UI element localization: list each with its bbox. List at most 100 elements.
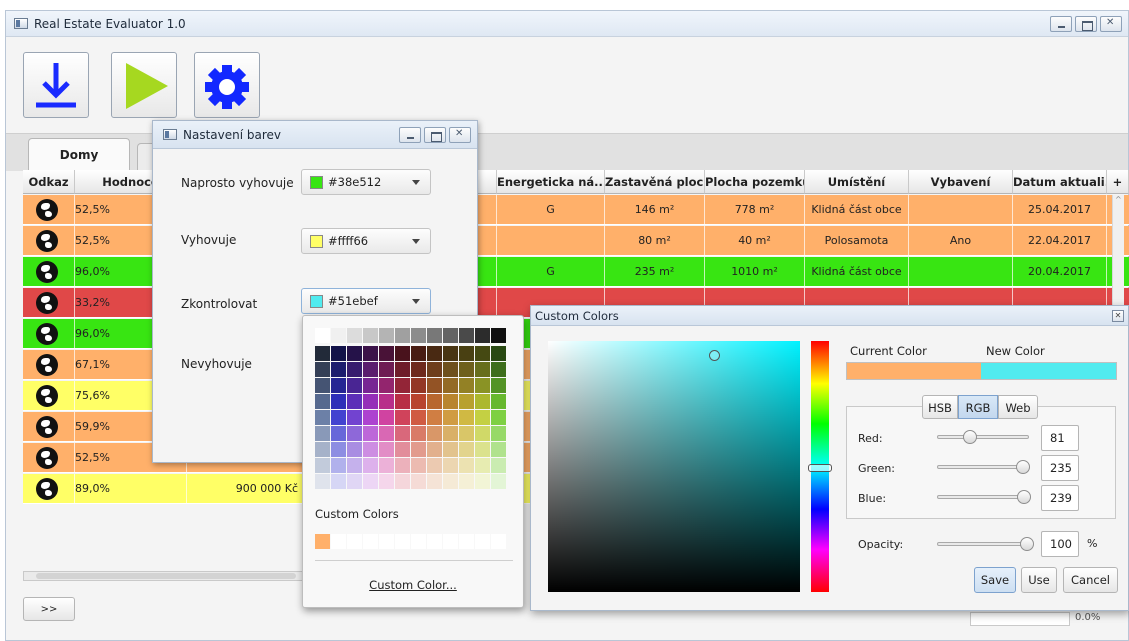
- hue-slider[interactable]: [808, 341, 832, 592]
- empty-custom-swatch[interactable]: [379, 534, 394, 549]
- palette-swatch[interactable]: [363, 328, 378, 343]
- palette-swatch[interactable]: [459, 458, 474, 473]
- palette-swatch[interactable]: [427, 346, 442, 361]
- palette-swatch[interactable]: [395, 426, 410, 441]
- palette-swatch[interactable]: [427, 458, 442, 473]
- empty-custom-swatch[interactable]: [475, 534, 490, 549]
- palette-swatch[interactable]: [491, 362, 506, 377]
- horizontal-scrollbar[interactable]: [23, 571, 303, 581]
- palette-swatch[interactable]: [379, 410, 394, 425]
- palette-swatch[interactable]: [459, 410, 474, 425]
- globe-icon[interactable]: [36, 385, 58, 407]
- palette-swatch[interactable]: [475, 458, 490, 473]
- globe-icon[interactable]: [36, 261, 58, 283]
- palette-swatch[interactable]: [427, 474, 442, 489]
- palette-swatch[interactable]: [347, 458, 362, 473]
- red-slider[interactable]: [937, 435, 1029, 439]
- palette-swatch[interactable]: [347, 346, 362, 361]
- palette-swatch[interactable]: [379, 426, 394, 441]
- palette-swatch[interactable]: [395, 378, 410, 393]
- scroll-up-icon[interactable]: ^: [1115, 195, 1122, 204]
- palette-swatch[interactable]: [459, 328, 474, 343]
- palette-swatch[interactable]: [459, 378, 474, 393]
- palette-swatch[interactable]: [411, 328, 426, 343]
- palette-swatch[interactable]: [411, 474, 426, 489]
- col-header-vybaveni[interactable]: Vybavení: [909, 170, 1013, 194]
- palette-swatch[interactable]: [475, 394, 490, 409]
- empty-custom-swatch[interactable]: [491, 534, 506, 549]
- palette-swatch[interactable]: [363, 458, 378, 473]
- custom-swatch[interactable]: [315, 534, 330, 549]
- palette-swatch[interactable]: [379, 474, 394, 489]
- palette-swatch[interactable]: [491, 426, 506, 441]
- odkaz-cell[interactable]: [23, 412, 75, 442]
- palette-swatch[interactable]: [475, 442, 490, 457]
- palette-swatch[interactable]: [315, 442, 330, 457]
- palette-swatch[interactable]: [475, 474, 490, 489]
- palette-swatch[interactable]: [331, 362, 346, 377]
- palette-swatch[interactable]: [315, 410, 330, 425]
- globe-icon[interactable]: [36, 354, 58, 376]
- palette-swatch[interactable]: [459, 346, 474, 361]
- palette-swatch[interactable]: [395, 474, 410, 489]
- palette-swatch[interactable]: [411, 442, 426, 457]
- palette-swatch[interactable]: [379, 458, 394, 473]
- custom-colors-close-icon[interactable]: ✕: [1112, 310, 1124, 322]
- palette-swatch[interactable]: [331, 458, 346, 473]
- palette-swatch[interactable]: [443, 378, 458, 393]
- globe-icon[interactable]: [36, 323, 58, 345]
- opacity-input[interactable]: 100: [1041, 531, 1079, 557]
- odkaz-cell[interactable]: [23, 226, 75, 256]
- palette-swatch[interactable]: [363, 410, 378, 425]
- settings-button[interactable]: [194, 52, 260, 118]
- import-button[interactable]: [23, 52, 89, 118]
- palette-swatch[interactable]: [331, 346, 346, 361]
- palette-swatch[interactable]: [347, 394, 362, 409]
- palette-swatch[interactable]: [331, 442, 346, 457]
- expand-button[interactable]: >>: [23, 597, 75, 621]
- col-header-datum[interactable]: Datum aktuali...: [1013, 170, 1107, 194]
- palette-swatch[interactable]: [347, 426, 362, 441]
- col-header-zastavena[interactable]: Zastavěná ploc...: [605, 170, 705, 194]
- color-field-cursor[interactable]: [709, 350, 720, 361]
- palette-swatch[interactable]: [427, 426, 442, 441]
- palette-swatch[interactable]: [379, 394, 394, 409]
- palette-swatch[interactable]: [347, 362, 362, 377]
- palette-swatch[interactable]: [411, 458, 426, 473]
- palette-swatch[interactable]: [331, 410, 346, 425]
- col-header-energeticka[interactable]: Energeticka ná...: [497, 170, 605, 194]
- palette-swatch[interactable]: [491, 474, 506, 489]
- globe-icon[interactable]: [36, 292, 58, 314]
- palette-swatch[interactable]: [315, 378, 330, 393]
- col-header-odkaz[interactable]: Odkaz: [23, 170, 75, 194]
- run-evaluation-button[interactable]: [111, 52, 177, 118]
- palette-swatch[interactable]: [315, 362, 330, 377]
- blue-slider[interactable]: [937, 495, 1029, 499]
- odkaz-cell[interactable]: [23, 288, 75, 318]
- col-header-umisteni[interactable]: Umístění: [805, 170, 909, 194]
- mode-hsb-button[interactable]: HSB: [922, 395, 958, 419]
- dialog-maximize-button[interactable]: [424, 127, 446, 143]
- blue-slider-thumb[interactable]: [1017, 490, 1031, 504]
- palette-swatch[interactable]: [363, 426, 378, 441]
- red-input[interactable]: 81: [1041, 425, 1079, 451]
- palette-swatch[interactable]: [379, 328, 394, 343]
- palette-swatch[interactable]: [459, 426, 474, 441]
- palette-swatch[interactable]: [331, 426, 346, 441]
- palette-swatch[interactable]: [491, 346, 506, 361]
- picker-zkontrolovat[interactable]: #51ebef: [301, 288, 431, 314]
- odkaz-cell[interactable]: [23, 443, 75, 473]
- palette-swatch[interactable]: [411, 362, 426, 377]
- odkaz-cell[interactable]: [23, 257, 75, 287]
- palette-swatch[interactable]: [427, 328, 442, 343]
- palette-swatch[interactable]: [475, 410, 490, 425]
- maximize-button[interactable]: [1075, 16, 1097, 32]
- palette-swatch[interactable]: [331, 328, 346, 343]
- palette-swatch[interactable]: [411, 346, 426, 361]
- green-input[interactable]: 235: [1041, 455, 1079, 481]
- palette-swatch[interactable]: [443, 328, 458, 343]
- palette-swatch[interactable]: [395, 410, 410, 425]
- empty-custom-swatch[interactable]: [363, 534, 378, 549]
- palette-swatch[interactable]: [395, 394, 410, 409]
- palette-swatch[interactable]: [315, 426, 330, 441]
